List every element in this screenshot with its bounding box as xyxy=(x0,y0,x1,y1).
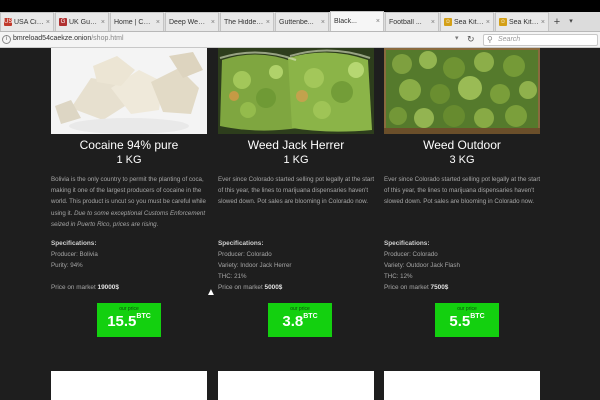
product-photo[interactable] xyxy=(218,48,374,134)
new-tab-icon[interactable]: + xyxy=(550,13,564,31)
tab-7[interactable]: Football ... × xyxy=(385,12,439,31)
url-host: bmreload54caekze.onion xyxy=(13,35,92,42)
product-name: Weed Outdoor xyxy=(423,138,501,152)
market-price: Price on market 19000$ xyxy=(51,284,119,291)
specifications-heading: Specifications: xyxy=(384,240,430,247)
spec-line: Producer: Colorado xyxy=(218,251,272,258)
tab-label: Football ... xyxy=(389,18,422,26)
browser-window: US USA Citiz... × G UK Guns ... × Home |… xyxy=(0,0,600,400)
btc-value: 15.5BTC xyxy=(107,313,151,330)
close-icon[interactable]: × xyxy=(431,19,435,26)
tab-1[interactable]: G UK Guns ... × xyxy=(55,12,109,31)
tab-3[interactable]: Deep Web Dir... × xyxy=(165,12,219,31)
market-price: Price on market 5000$ xyxy=(218,284,283,291)
tab-8[interactable]: ☺ Sea Kitte... × xyxy=(440,12,494,31)
btc-caption: our price xyxy=(290,306,310,312)
tab-label: Home | Carde... xyxy=(114,18,154,26)
tab-0[interactable]: US USA Citiz... × xyxy=(0,12,54,31)
search-placeholder: Search xyxy=(498,36,521,43)
product-description: Ever since Colorado started selling pot … xyxy=(218,176,375,206)
close-icon[interactable]: × xyxy=(376,18,380,25)
search-icon: ⚲ xyxy=(487,35,493,44)
product-photo[interactable] xyxy=(384,48,540,134)
close-icon[interactable]: × xyxy=(266,19,270,26)
specifications-heading: Specifications: xyxy=(218,240,264,247)
spec-line: Producer: Colorado xyxy=(384,251,438,258)
reload-icon[interactable]: ↻ xyxy=(467,34,475,45)
btc-value: 5.5BTC xyxy=(449,313,485,330)
close-icon[interactable]: × xyxy=(156,19,160,26)
close-icon[interactable]: × xyxy=(211,19,215,26)
close-icon[interactable]: × xyxy=(101,19,105,26)
specifications-heading: Specifications: xyxy=(51,240,97,247)
spec-line: Purity: 94% xyxy=(51,262,83,269)
tab-2[interactable]: Home | Carde... × xyxy=(110,12,164,31)
spec-line: Variety: Outdoor Jack Flash xyxy=(384,262,460,269)
tab-4[interactable]: The Hidden ... × xyxy=(220,12,274,31)
navigation-bar: i bmreload54caekze.onion/shop.html ▾ ↻ ⚲… xyxy=(0,32,600,48)
tab-label: Black... xyxy=(334,18,357,25)
product-description: Bolivia is the only country to permit th… xyxy=(51,176,206,228)
sea-kitten-icon: ☺ xyxy=(444,18,452,26)
product-quantity: 3 KG xyxy=(449,154,475,166)
btc-caption: our price xyxy=(457,306,477,312)
history-dropdown-icon[interactable]: ▾ xyxy=(455,34,459,42)
spec-line: Variety: Indoor Jack Herrer xyxy=(218,262,292,269)
sea-kitten-icon: ☺ xyxy=(499,18,507,26)
mouse-cursor-icon: ▲ xyxy=(206,287,216,298)
btc-caption: our price xyxy=(119,306,139,312)
tab-label: Deep Web Dir... xyxy=(169,18,209,26)
product-name: Weed Jack Herrer xyxy=(247,138,345,152)
product-name: Cocaine 94% pure xyxy=(79,138,179,152)
address-bar[interactable]: bmreload54caekze.onion/shop.html xyxy=(13,35,124,42)
btc-price-button[interactable]: our price 5.5BTC xyxy=(435,303,499,337)
tab-strip: US USA Citiz... × G UK Guns ... × Home |… xyxy=(0,11,600,32)
tab-list-chevron-down-icon[interactable]: ▾ xyxy=(564,13,578,31)
product-quantity: 1 KG xyxy=(116,154,142,166)
btc-price-button[interactable]: our price 3.8BTC xyxy=(268,303,332,337)
uk-guns-icon: G xyxy=(59,18,67,26)
product-photo[interactable] xyxy=(51,48,207,134)
spec-line: THC: 21% xyxy=(218,273,247,280)
next-row-product-card[interactable] xyxy=(51,371,207,400)
us-flag-icon: US xyxy=(4,18,13,26)
next-row-product-card[interactable] xyxy=(218,371,374,400)
url-path: /shop.html xyxy=(91,35,124,42)
tab-label: USA Citiz... xyxy=(14,18,44,26)
search-input[interactable]: ⚲ Search xyxy=(483,34,598,46)
tab-9[interactable]: ☺ Sea Kitte... × xyxy=(495,12,549,31)
info-icon[interactable]: i xyxy=(2,35,11,44)
shop-page: Cocaine 94% pure 1 KG Bolivia is the onl… xyxy=(0,48,600,400)
product-description: Ever since Colorado started selling pot … xyxy=(384,176,541,206)
tab-label: The Hidden ... xyxy=(224,18,264,26)
product-quantity: 1 KG xyxy=(283,154,309,166)
close-icon[interactable]: × xyxy=(541,19,545,26)
market-price: Price on market 7500$ xyxy=(384,284,449,291)
spec-line: THC: 12% xyxy=(384,273,413,280)
tab-label: Sea Kitte... xyxy=(509,18,539,26)
spec-line: Producer: Bolivia xyxy=(51,251,98,258)
next-row-product-card[interactable] xyxy=(384,371,540,400)
close-icon[interactable]: × xyxy=(46,19,50,26)
btc-value: 3.8BTC xyxy=(282,313,318,330)
tab-6-active[interactable]: Black... × xyxy=(330,11,384,31)
tab-5[interactable]: Guttenbe... × xyxy=(275,12,329,31)
tab-label: Guttenbe... xyxy=(279,18,314,26)
close-icon[interactable]: × xyxy=(486,19,490,26)
tab-label: Sea Kitte... xyxy=(454,18,484,26)
close-icon[interactable]: × xyxy=(321,19,325,26)
tab-label: UK Guns ... xyxy=(69,18,99,26)
btc-price-button[interactable]: our price 15.5BTC xyxy=(97,303,161,337)
